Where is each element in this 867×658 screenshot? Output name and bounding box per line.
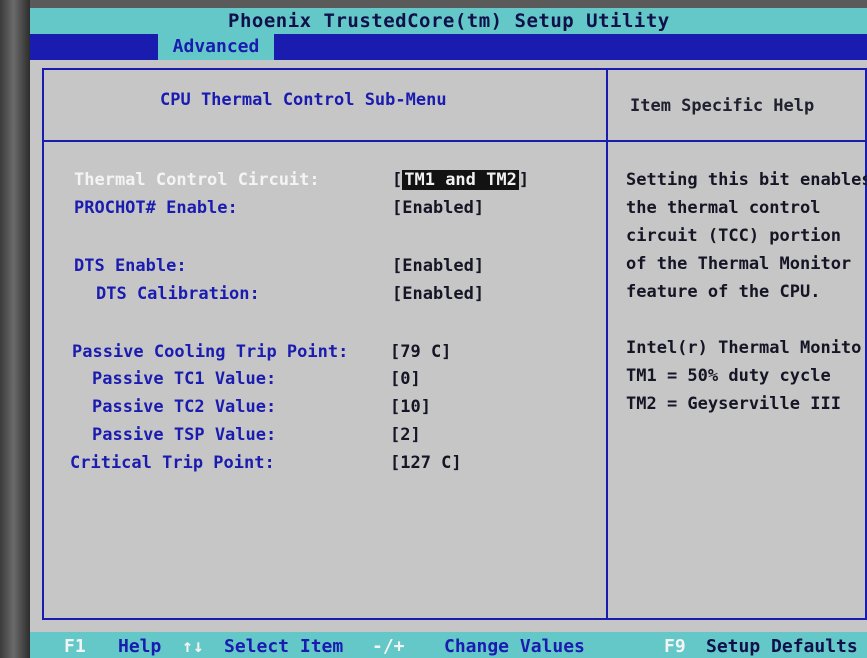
setting-value-passive-tc2-value[interactable]: [10]: [390, 397, 431, 417]
setting-value-dts-enable[interactable]: [Enabled]: [392, 256, 484, 276]
panel-header-divider: [44, 140, 867, 142]
app-title: Phoenix TrustedCore(tm) Setup Utility: [228, 10, 670, 32]
change-keys-label: -/+: [372, 636, 405, 657]
setting-label-passive-tc1-value[interactable]: Passive TC1 Value:: [92, 369, 276, 389]
bios-screen: Phoenix TrustedCore(tm) Setup Utility Ad…: [0, 0, 867, 658]
help-text-line: Intel(r) Thermal Monito: [626, 338, 862, 358]
setting-label-critical-trip-point[interactable]: Critical Trip Point:: [70, 453, 275, 473]
menu-bar: [30, 34, 867, 60]
setup-defaults-action-label: Setup Defaults: [706, 636, 858, 657]
help-text-line: TM2 = Geyserville III: [626, 394, 841, 414]
setting-label-prochot-enable[interactable]: PROCHOT# Enable:: [74, 198, 238, 218]
setting-label-thermal-control-circuit[interactable]: Thermal Control Circuit:: [74, 170, 320, 190]
selected-value-highlight[interactable]: TM1 and TM2: [402, 170, 519, 190]
setting-label-dts-calibration[interactable]: DTS Calibration:: [96, 284, 260, 304]
setting-value-passive-tc1-value[interactable]: [0]: [390, 369, 421, 389]
help-text-line: Setting this bit enables: [626, 170, 867, 190]
setting-label-dts-enable[interactable]: DTS Enable:: [74, 256, 187, 276]
panel-vertical-divider: [606, 70, 608, 618]
setting-value-prochot-enable[interactable]: [Enabled]: [392, 198, 484, 218]
setting-value-dts-calibration[interactable]: [Enabled]: [392, 284, 484, 304]
monitor-bezel-left: [0, 0, 30, 658]
tab-advanced[interactable]: Advanced: [158, 34, 274, 60]
select-item-action-label: Select Item: [224, 636, 344, 657]
setting-label-passive-cooling-trip-point[interactable]: Passive Cooling Trip Point:: [72, 342, 348, 362]
help-action-label: Help: [118, 636, 162, 657]
setting-label-passive-tsp-value[interactable]: Passive TSP Value:: [92, 425, 276, 445]
setting-value-passive-cooling-trip-point[interactable]: [79 C]: [390, 342, 451, 362]
help-text-line: the thermal control: [626, 198, 821, 218]
arrow-keys-icon: ↑↓: [182, 636, 204, 657]
f9-key-label: F9: [664, 636, 686, 657]
setting-value-critical-trip-point[interactable]: [127 C]: [390, 453, 462, 473]
setting-value-thermal-control-circuit[interactable]: [TM1 and TM2]: [392, 170, 529, 190]
help-text-line: feature of the CPU.: [626, 282, 821, 302]
setting-label-passive-tc2-value[interactable]: Passive TC2 Value:: [92, 397, 276, 417]
help-text-line: circuit (TCC) portion: [626, 226, 841, 246]
submenu-title: CPU Thermal Control Sub-Menu: [160, 90, 447, 110]
help-text-line: TM1 = 50% duty cycle: [626, 366, 831, 386]
setting-value-passive-tsp-value[interactable]: [2]: [390, 425, 421, 445]
help-text-line: of the Thermal Monitor: [626, 254, 852, 274]
help-title: Item Specific Help: [630, 96, 815, 116]
f1-key-label: F1: [64, 636, 86, 657]
monitor-bezel-top: [0, 0, 867, 8]
change-values-action-label: Change Values: [444, 636, 585, 657]
